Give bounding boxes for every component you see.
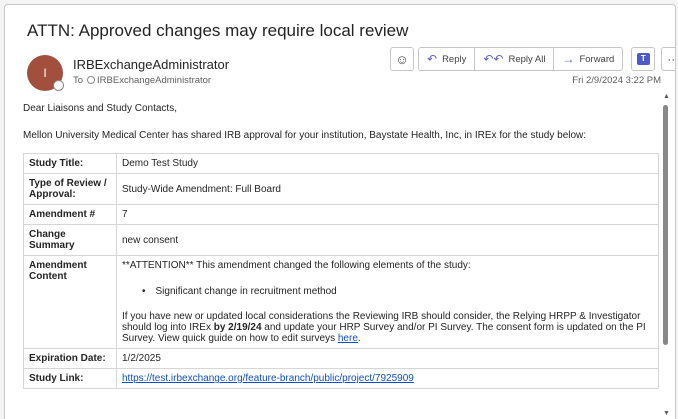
reply-actions: ↶ Reply ↶↶ Reply All → Forward	[418, 47, 624, 71]
review-type-value: Study-Wide Amendment: Full Board	[116, 173, 659, 205]
table-row: Study Title: Demo Test Study	[23, 153, 659, 174]
table-row: Amendment Content **ATTENTION** This ame…	[23, 255, 659, 349]
change-summary-value: new consent	[116, 224, 659, 256]
sent-date: Fri 2/9/2024 3:22 PM	[572, 75, 661, 86]
amendment-content-label: Amendment Content	[23, 255, 117, 349]
study-title-value: Demo Test Study	[116, 153, 659, 174]
review-type-label: Type of Review / Approval:	[23, 173, 117, 205]
study-link[interactable]: https://test.irbexchange.org/feature-bra…	[122, 373, 414, 384]
recipient-presence-icon	[87, 76, 96, 85]
amendment-content-value: **ATTENTION** This amendment changed the…	[116, 255, 659, 349]
study-title-label: Study Title:	[23, 153, 117, 174]
table-row: Amendment # 7	[23, 204, 659, 225]
amendment-number-value: 7	[116, 204, 659, 225]
forward-label: Forward	[579, 53, 615, 65]
scroll-up-icon[interactable]: ▲	[663, 93, 670, 100]
more-button[interactable]: ···	[661, 47, 676, 71]
sender-name[interactable]: IRBExchangeAdministrator	[73, 57, 229, 72]
expiration-date-value: 1/2/2025	[116, 348, 659, 369]
study-link-cell: https://test.irbexchange.org/feature-bra…	[116, 368, 659, 389]
recipient-line: To IRBExchangeAdministrator	[73, 75, 211, 86]
reply-all-label: Reply All	[508, 53, 546, 65]
to-label: To	[73, 75, 84, 86]
change-summary-label: Change Summary	[23, 224, 117, 256]
study-link-label: Study Link:	[23, 368, 117, 389]
forward-icon: →	[562, 52, 575, 66]
greeting: Dear Liaisons and Study Contacts,	[23, 103, 177, 114]
study-table: Study Title: Demo Test Study Type of Rev…	[23, 153, 659, 389]
intro-text: Mellon University Medical Center has sha…	[23, 130, 587, 141]
table-row: Study Link: https://test.irbexchange.org…	[23, 368, 659, 389]
presence-icon	[53, 80, 64, 91]
more-icon: ···	[667, 52, 676, 66]
email-reading-pane: ATTN: Approved changes may require local…	[4, 4, 676, 419]
table-row: Expiration Date: 1/2/2025	[23, 348, 659, 369]
amendment-number-label: Amendment #	[23, 204, 117, 225]
recipient-name[interactable]: IRBExchangeAdministrator	[97, 75, 211, 86]
content-intro: **ATTENTION** This amendment changed the…	[122, 260, 471, 271]
reply-all-button[interactable]: ↶↶ Reply All	[475, 48, 555, 70]
reply-all-icon: ↶↶	[483, 52, 504, 66]
message-actions: ☺ ↶ Reply ↶↶ Reply All → Forward T ···	[390, 47, 676, 71]
emoji-icon: ☺	[395, 51, 409, 67]
scroll-thumb[interactable]	[663, 105, 668, 345]
forward-button[interactable]: → Forward	[554, 48, 622, 70]
content-deadline: by 2/19/24	[213, 322, 262, 333]
vertical-scrollbar[interactable]: ▲ ▼	[661, 91, 671, 419]
emoji-button[interactable]: ☺	[390, 47, 414, 71]
content-instructions: If you have new or updated local conside…	[122, 311, 653, 344]
guide-link[interactable]: here	[338, 333, 358, 344]
table-row: Change Summary new consent	[23, 224, 659, 256]
content-end: .	[357, 333, 361, 344]
content-bullet: Significant change in recruitment method	[142, 286, 653, 297]
scroll-down-icon[interactable]: ▼	[663, 410, 670, 417]
email-subject: ATTN: Approved changes may require local…	[27, 21, 409, 40]
table-row: Type of Review / Approval: Study-Wide Am…	[23, 173, 659, 205]
reply-button[interactable]: ↶ Reply	[419, 48, 476, 70]
expiration-date-label: Expiration Date:	[23, 348, 117, 369]
reply-icon: ↶	[427, 52, 438, 66]
reply-label: Reply	[442, 53, 467, 65]
teams-button[interactable]: T	[631, 47, 656, 71]
teams-icon: T	[636, 53, 650, 65]
